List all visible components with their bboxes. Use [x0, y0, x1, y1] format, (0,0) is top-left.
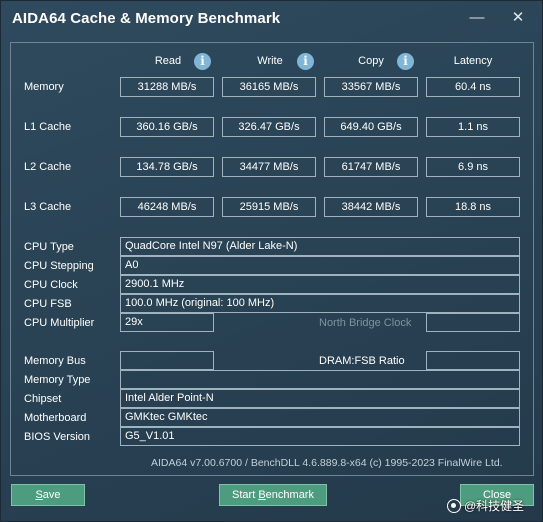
motherboard-label: Motherboard — [24, 412, 87, 424]
cpu-fsb-label: CPU FSB — [24, 298, 72, 310]
start-accelerator: B — [258, 489, 266, 501]
cpu-clock-label: CPU Clock — [24, 279, 78, 291]
l1-read-value: 360.16 GB/s — [120, 117, 214, 137]
save-label-rest: ave — [42, 489, 61, 501]
column-header-read: Read — [154, 55, 182, 67]
l2-copy-value: 61747 MB/s — [324, 157, 418, 177]
memory-type-value — [120, 370, 520, 389]
start-label-pre: Start — [232, 489, 259, 501]
minimize-icon[interactable]: — — [464, 7, 490, 29]
memory-read-value: 31288 MB/s — [120, 77, 214, 97]
cpu-stepping-value: A0 — [120, 256, 520, 275]
north-bridge-clock-label: North Bridge Clock — [319, 317, 412, 329]
column-header-write: Write — [257, 55, 283, 67]
chipset-label: Chipset — [24, 393, 62, 405]
column-header-latency: Latency — [453, 55, 493, 67]
benchmark-window: AIDA64 Cache & Memory Benchmark — ✕ Read… — [0, 0, 543, 522]
row-label-l2-cache: L2 Cache — [24, 161, 72, 173]
dram-fsb-ratio-label: DRAM:FSB Ratio — [319, 355, 405, 367]
cpu-clock-value: 2900.1 MHz — [120, 275, 520, 294]
memory-latency-value: 60.4 ns — [426, 77, 520, 97]
cpu-type-value: QuadCore Intel N97 (Alder Lake-N) — [120, 237, 520, 256]
watermark: @科技健圣 — [447, 497, 524, 514]
save-accelerator: S — [35, 489, 43, 501]
l3-latency-value: 18.8 ns — [426, 197, 520, 217]
write-info-icon[interactable]: i — [297, 53, 314, 70]
window-title: AIDA64 Cache & Memory Benchmark — [12, 10, 281, 27]
cpu-multiplier-label: CPU Multiplier — [24, 317, 95, 329]
version-footer: AIDA64 v7.00.6700 / BenchDLL 4.6.889.8-x… — [151, 457, 503, 469]
row-label-l1-cache: L1 Cache — [24, 121, 72, 133]
l3-write-value: 25915 MB/s — [222, 197, 316, 217]
read-info-icon[interactable]: i — [194, 53, 211, 70]
l2-read-value: 134.78 GB/s — [120, 157, 214, 177]
memory-type-label: Memory Type — [24, 374, 91, 386]
l2-write-value: 34477 MB/s — [222, 157, 316, 177]
cpu-multiplier-value: 29x — [120, 313, 214, 332]
dram-fsb-ratio-value — [426, 351, 520, 370]
title-bar[interactable]: AIDA64 Cache & Memory Benchmark — ✕ — [1, 1, 543, 37]
north-bridge-clock-value — [426, 313, 520, 332]
chipset-value: Intel Alder Point-N — [120, 389, 520, 408]
cpu-fsb-value: 100.0 MHz (original: 100 MHz) — [120, 294, 520, 313]
l3-read-value: 46248 MB/s — [120, 197, 214, 217]
l3-copy-value: 38442 MB/s — [324, 197, 418, 217]
start-label-rest: enchmark — [265, 489, 314, 501]
column-header-copy: Copy — [358, 55, 384, 67]
save-button[interactable]: Save — [11, 484, 85, 506]
motherboard-value: GMKtec GMKtec — [120, 408, 520, 427]
watermark-text: @科技健圣 — [464, 499, 525, 513]
l1-write-value: 326.47 GB/s — [222, 117, 316, 137]
bios-version-value: G5_V1.01 — [120, 427, 520, 446]
cpu-type-label: CPU Type — [24, 241, 74, 253]
memory-bus-label: Memory Bus — [24, 355, 86, 367]
memory-copy-value: 33567 MB/s — [324, 77, 418, 97]
memory-bus-value — [120, 351, 214, 370]
copy-info-icon[interactable]: i — [397, 53, 414, 70]
memory-write-value: 36165 MB/s — [222, 77, 316, 97]
start-benchmark-button[interactable]: Start Benchmark — [219, 484, 327, 506]
row-label-l3-cache: L3 Cache — [24, 201, 72, 213]
l1-copy-value: 649.40 GB/s — [324, 117, 418, 137]
bios-version-label: BIOS Version — [24, 431, 91, 443]
l2-latency-value: 6.9 ns — [426, 157, 520, 177]
row-label-memory: Memory — [24, 81, 64, 93]
cpu-stepping-label: CPU Stepping — [24, 260, 94, 272]
l1-latency-value: 1.1 ns — [426, 117, 520, 137]
watermark-logo-icon — [447, 498, 461, 513]
close-window-icon[interactable]: ✕ — [505, 7, 531, 29]
